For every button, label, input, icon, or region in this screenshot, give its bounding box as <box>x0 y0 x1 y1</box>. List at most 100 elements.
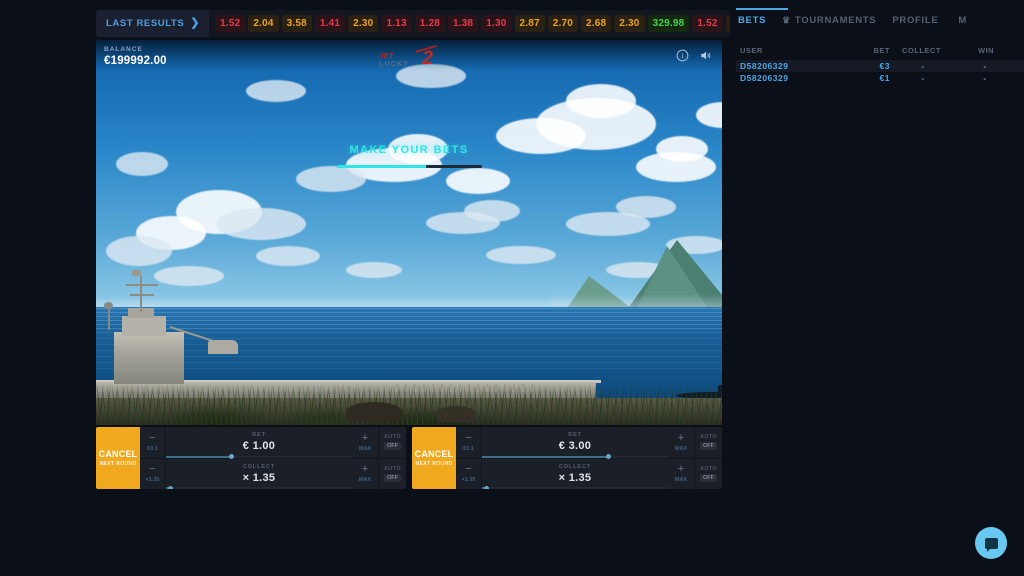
cloud <box>246 80 306 102</box>
bet-decrement-step-label: €0.1 <box>463 446 474 452</box>
bet-slider[interactable] <box>482 456 668 458</box>
multiplier-chip[interactable]: 329.98 <box>648 15 690 32</box>
collect-slider[interactable] <box>482 487 668 489</box>
table-row[interactable]: D58206329€1-- <box>736 72 1024 84</box>
collect-increment-button[interactable]: + MAX <box>352 459 378 490</box>
bet-decrement-step-label: €0.1 <box>147 446 158 452</box>
multiplier-chip[interactable]: 1.13 <box>381 15 411 32</box>
minus-icon: − <box>465 433 471 444</box>
sea-shimmer-near-horizon <box>96 308 722 330</box>
svg-text:i: i <box>682 52 684 60</box>
multiplier-chip[interactable]: 1.52 <box>692 15 722 32</box>
bet-decrement-button[interactable]: − €0.1 <box>456 427 482 458</box>
multiplier-chip[interactable]: 2.04 <box>248 15 278 32</box>
game-stage: MAKE YOUR BETS BALANCE €199992.00 JET LU… <box>96 40 722 425</box>
tab-profile[interactable]: PROFILE <box>890 8 952 26</box>
collect-slider[interactable] <box>166 487 352 489</box>
multiplier-chip[interactable]: 1.38 <box>448 15 478 32</box>
bet-max-button[interactable]: MAX <box>675 446 687 452</box>
bet-value-field[interactable]: BET€ 1.00 <box>166 427 352 458</box>
collect-auto-toggle[interactable]: AUTOOFF <box>378 459 406 490</box>
multiplier-chip[interactable]: 1.30 <box>481 15 511 32</box>
multiplier-chip[interactable]: 2.30 <box>348 15 378 32</box>
cloud <box>616 196 676 218</box>
collect-auto-toggle[interactable]: AUTOOFF <box>694 459 722 490</box>
bet-auto-toggle[interactable]: AUTOOFF <box>378 427 406 458</box>
tab-label: PROFILE <box>892 15 938 26</box>
column-header-win: WIN <box>956 46 1014 55</box>
multiplier-chip[interactable]: 1.52 <box>215 15 245 32</box>
cloud <box>106 236 172 266</box>
bet-field-label: BET <box>252 432 266 438</box>
chat-widget-button[interactable] <box>975 527 1007 559</box>
collect-decrement-button[interactable]: −×1.35 <box>140 459 166 490</box>
tab-m[interactable]: M <box>952 8 981 26</box>
make-your-bets-label: MAKE YOUR BETS <box>349 144 468 156</box>
collect-max-button[interactable]: MAX <box>675 477 687 483</box>
bet-max-button[interactable]: MAX <box>359 446 371 452</box>
cancel-button[interactable]: CANCELNEXT ROUND <box>412 427 456 489</box>
collect-max-button[interactable]: MAX <box>359 477 371 483</box>
last-results-toggle[interactable]: LAST RESULTS ❯ <box>96 10 209 37</box>
multiplier-chip[interactable]: 3.58 <box>282 15 312 32</box>
side-panel-tabs: BETS♛TOURNAMENTSPROFILE M <box>736 8 1024 34</box>
bet-slider-fill <box>166 456 231 458</box>
multiplier-chip[interactable]: 2.26 <box>726 15 730 32</box>
cell-win: - <box>956 73 1014 83</box>
cancel-button[interactable]: CANCELNEXT ROUND <box>96 427 140 489</box>
foreground-rock <box>346 402 402 422</box>
collect-value-field[interactable]: COLLECT× 1.35 <box>482 459 668 490</box>
trophy-icon: ♛ <box>782 15 791 26</box>
cloud <box>296 166 366 192</box>
collect-auto-state: OFF <box>700 474 717 482</box>
sound-on-icon[interactable] <box>699 49 712 62</box>
multiplier-chip[interactable]: 2.87 <box>515 15 545 32</box>
bet-increment-button[interactable]: +MAX <box>352 427 378 458</box>
collect-slider-knob[interactable] <box>484 486 489 490</box>
balance-label: BALANCE <box>104 46 167 53</box>
multiplier-chip-list: 1.522.043.581.412.301.131.281.381.302.87… <box>209 10 730 37</box>
bet-panel-1: CANCELNEXT ROUND−€0.1BET€ 1.00+MAXAUTOOF… <box>96 427 406 489</box>
multiplier-chip[interactable]: 2.68 <box>581 15 611 32</box>
cancel-button-label: CANCEL <box>415 449 454 459</box>
multiplier-chip[interactable]: 2.70 <box>548 15 578 32</box>
collect-decrement-button[interactable]: − ×1.35 <box>456 459 482 490</box>
bet-slider[interactable] <box>166 456 352 458</box>
multiplier-chip[interactable]: 2.30 <box>614 15 644 32</box>
plus-icon: + <box>362 464 368 475</box>
collect-value-field[interactable]: COLLECT× 1.35 <box>166 459 352 490</box>
bet-slider-fill <box>482 456 608 458</box>
minus-icon: − <box>465 464 471 475</box>
tab-tournaments[interactable]: ♛TOURNAMENTS <box>780 8 890 26</box>
collect-row: − ×1.35 COLLECT× 1.35 + MAX AUTOOFF <box>456 459 722 490</box>
balance-display: BALANCE €199992.00 <box>104 46 167 67</box>
collect-decrement-step-label: ×1.35 <box>462 477 476 483</box>
column-header-user: USER <box>736 46 832 55</box>
balance-value: €199992.00 <box>104 55 167 67</box>
info-icon[interactable]: i <box>676 49 689 62</box>
bet-decrement-button[interactable]: −€0.1 <box>140 427 166 458</box>
cell-collect: - <box>890 61 956 71</box>
bet-row: −€0.1BET€ 1.00+MAXAUTOOFF <box>140 427 406 459</box>
minus-icon: − <box>149 464 155 475</box>
collect-slider-knob[interactable] <box>168 486 173 490</box>
multiplier-chip[interactable]: 1.41 <box>315 15 345 32</box>
column-header-bet: BET <box>832 46 890 55</box>
bet-increment-button[interactable]: +MAX <box>668 427 694 458</box>
bets-table-header: USER BET COLLECT WIN <box>736 44 1024 57</box>
round-progress-bar <box>337 165 482 168</box>
bet-field-value: € 3.00 <box>559 440 591 452</box>
table-row[interactable]: D58206329€3-- <box>736 60 1024 72</box>
cloud <box>216 208 306 240</box>
bet-value-field[interactable]: BET€ 3.00 <box>482 427 668 458</box>
carrier-mast-crossbar-lower <box>130 294 154 296</box>
collect-field-label: COLLECT <box>243 464 275 470</box>
plus-icon: + <box>678 464 684 475</box>
cloud <box>346 262 402 278</box>
bet-auto-toggle[interactable]: AUTOOFF <box>694 427 722 458</box>
multiplier-chip[interactable]: 1.28 <box>415 15 445 32</box>
collect-field-value: × 1.35 <box>559 472 592 484</box>
tab-bets[interactable]: BETS <box>736 8 780 26</box>
collect-increment-button[interactable]: + MAX <box>668 459 694 490</box>
last-results-bar: LAST RESULTS ❯ 1.522.043.581.412.301.131… <box>96 10 730 37</box>
